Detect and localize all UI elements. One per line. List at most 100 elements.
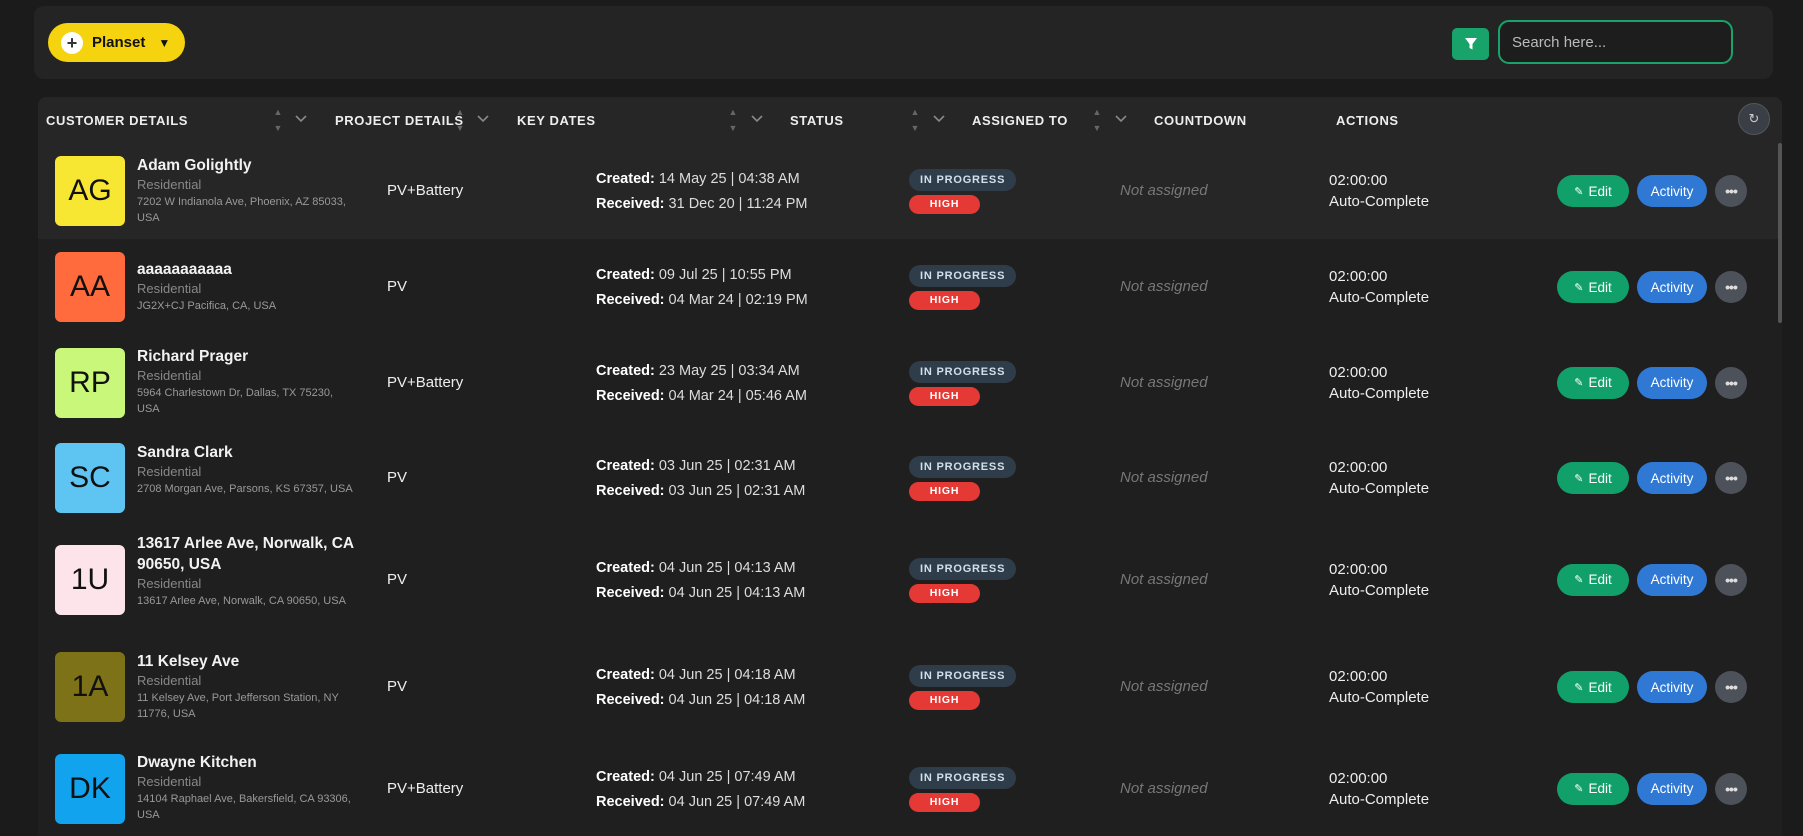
customer-type: Residential <box>137 575 202 591</box>
edit-icon: ✎ <box>1574 281 1584 294</box>
more-options-button[interactable]: ••• <box>1715 462 1747 494</box>
received-label: Received: <box>596 584 665 601</box>
assigned-to[interactable]: Not assigned <box>1120 469 1208 486</box>
priority-badge: HIGH <box>909 291 980 310</box>
sort-status[interactable]: ▲ ▼ <box>909 107 921 133</box>
status-cell: IN PROGRESS HIGH <box>909 557 1017 603</box>
more-options-button[interactable]: ••• <box>1715 563 1747 596</box>
countdown: 02:00:00 Auto-Complete <box>1329 362 1429 404</box>
customer-address: 7202 W Indianola Ave, Phoenix, AZ 85033,… <box>137 195 346 224</box>
customer-name: 13617 Arlee Ave, Norwalk, CA 90650, USA <box>137 534 354 573</box>
project-type: PV+Battery <box>387 779 464 797</box>
activity-button[interactable]: Activity <box>1637 563 1707 596</box>
customer-name: Sandra Clark <box>137 443 233 461</box>
edit-button[interactable]: ✎ Edit <box>1557 772 1629 805</box>
activity-button[interactable]: Activity <box>1637 462 1707 494</box>
chevron-down-icon[interactable] <box>293 111 309 127</box>
received-date: 04 Mar 24 | 05:46 AM <box>668 387 807 404</box>
status-cell: IN PROGRESS HIGH <box>909 265 1017 310</box>
sort-customer-details[interactable]: ▲ ▼ <box>272 107 284 133</box>
edit-button[interactable]: ✎ Edit <box>1557 175 1629 207</box>
project-type: PV+Battery <box>387 373 464 391</box>
edit-button[interactable]: ✎ Edit <box>1557 366 1629 399</box>
orders-table: CUSTOMER DETAILS ▲ ▼ PROJECT DETAILS ▲ ▼ K… <box>38 97 1782 836</box>
table-row[interactable]: SC Sandra Clark Residential 2708 Morgan … <box>38 430 1778 526</box>
created-date-line: Created: 09 Jul 25 | 10:55 PM <box>596 263 808 288</box>
more-options-button[interactable]: ••• <box>1715 271 1747 303</box>
more-options-button[interactable]: ••• <box>1715 772 1747 805</box>
search-input[interactable] <box>1498 20 1733 64</box>
assigned-to[interactable]: Not assigned <box>1120 374 1208 391</box>
countdown: 02:00:00 Auto-Complete <box>1329 170 1429 212</box>
edit-icon: ✎ <box>1574 377 1584 389</box>
status-cell: IN PROGRESS HIGH <box>909 169 1017 214</box>
received-label: Received: <box>596 483 665 499</box>
assigned-to[interactable]: Not assigned <box>1120 678 1208 695</box>
project-type: PV <box>387 570 408 588</box>
planset-dropdown-button[interactable]: + Planset ▼ <box>48 23 185 62</box>
created-date-line: Created: 04 Jun 25 | 07:49 AM <box>596 765 805 790</box>
received-date: 04 Mar 24 | 02:19 PM <box>668 292 808 308</box>
more-options-button[interactable]: ••• <box>1715 175 1747 207</box>
edit-button[interactable]: ✎ Edit <box>1557 563 1629 596</box>
edit-button[interactable]: ✎ Edit <box>1557 462 1629 494</box>
header-countdown: COUNTDOWN <box>1154 112 1247 128</box>
sort-project-details[interactable]: ▲ ▼ <box>454 107 466 133</box>
countdown-timer: 02:00:00 <box>1329 769 1388 787</box>
chevron-down-icon[interactable] <box>1113 111 1129 127</box>
table-row[interactable]: DK Dwayne Kitchen Residential 14104 Raph… <box>38 741 1778 836</box>
table-row[interactable]: RP Richard Prager Residential 5964 Charl… <box>38 335 1778 430</box>
countdown-timer: 02:00:00 <box>1329 560 1388 578</box>
status-badge: IN PROGRESS <box>909 766 1017 789</box>
assigned-to[interactable]: Not assigned <box>1120 571 1208 588</box>
received-date-line: Received: 04 Jun 25 | 04:18 AM <box>596 688 805 713</box>
created-label: Created: <box>596 458 655 474</box>
customer-address: 2708 Morgan Ave, Parsons, KS 67357, USA <box>137 482 353 495</box>
table-row[interactable]: 1A 11 Kelsey Ave Residential 11 Kelsey A… <box>38 633 1778 741</box>
assigned-to[interactable]: Not assigned <box>1120 182 1208 199</box>
edit-label: Edit <box>1588 572 1612 587</box>
edit-button[interactable]: ✎ Edit <box>1557 671 1629 703</box>
table-row[interactable]: AA aaaaaaaaaaa Residential JG2X+CJ Pacif… <box>38 239 1778 335</box>
chevron-down-icon[interactable] <box>749 111 765 127</box>
countdown: 02:00:00 Auto-Complete <box>1329 768 1429 810</box>
activity-button[interactable]: Activity <box>1637 772 1707 805</box>
countdown: 02:00:00 Auto-Complete <box>1329 559 1429 601</box>
countdown-mode: Auto-Complete <box>1329 480 1430 497</box>
activity-button[interactable]: Activity <box>1637 671 1707 703</box>
received-date-line: Received: 03 Jun 25 | 02:31 AM <box>596 479 805 504</box>
chevron-down-icon[interactable] <box>475 111 491 127</box>
header-project-details: PROJECT DETAILS <box>335 112 464 128</box>
avatar: DK <box>55 753 125 824</box>
assigned-to[interactable]: Not assigned <box>1120 278 1208 295</box>
edit-button[interactable]: ✎ Edit <box>1557 271 1629 303</box>
more-icon: ••• <box>1725 279 1738 295</box>
assigned-to[interactable]: Not assigned <box>1120 780 1208 797</box>
chevron-down-icon[interactable] <box>931 111 947 127</box>
table-row[interactable]: 1U 13617 Arlee Ave, Norwalk, CA 90650, U… <box>38 526 1778 633</box>
more-options-button[interactable]: ••• <box>1715 366 1747 399</box>
countdown-mode: Auto-Complete <box>1329 581 1430 599</box>
row-actions: ✎ Edit Activity ••• <box>1557 563 1747 596</box>
created-date-line: Created: 14 May 25 | 04:38 AM <box>596 167 807 192</box>
created-label: Created: <box>596 768 655 785</box>
table-row[interactable]: AG Adam Golightly Residential 7202 W Ind… <box>38 143 1778 239</box>
activity-button[interactable]: Activity <box>1637 175 1707 207</box>
created-date-line: Created: 04 Jun 25 | 04:18 AM <box>596 663 805 688</box>
more-options-button[interactable]: ••• <box>1715 671 1747 703</box>
row-actions: ✎ Edit Activity ••• <box>1557 271 1747 303</box>
project-type: PV+Battery <box>387 182 464 199</box>
activity-button[interactable]: Activity <box>1637 366 1707 399</box>
sort-assigned-to[interactable]: ▲ ▼ <box>1091 107 1103 133</box>
created-date-line: Created: 03 Jun 25 | 02:31 AM <box>596 454 805 479</box>
activity-button[interactable]: Activity <box>1637 271 1707 303</box>
project-type: PV <box>387 678 408 695</box>
countdown-timer: 02:00:00 <box>1329 668 1388 685</box>
status-badge: IN PROGRESS <box>909 169 1017 191</box>
sort-key-dates[interactable]: ▲ ▼ <box>727 107 739 133</box>
filter-button[interactable] <box>1452 28 1489 60</box>
scrollbar[interactable] <box>1778 143 1782 323</box>
received-date: 31 Dec 20 | 11:24 PM <box>668 196 808 212</box>
header-actions: ACTIONS <box>1336 112 1399 128</box>
refresh-button[interactable]: ↻ <box>1738 103 1770 135</box>
